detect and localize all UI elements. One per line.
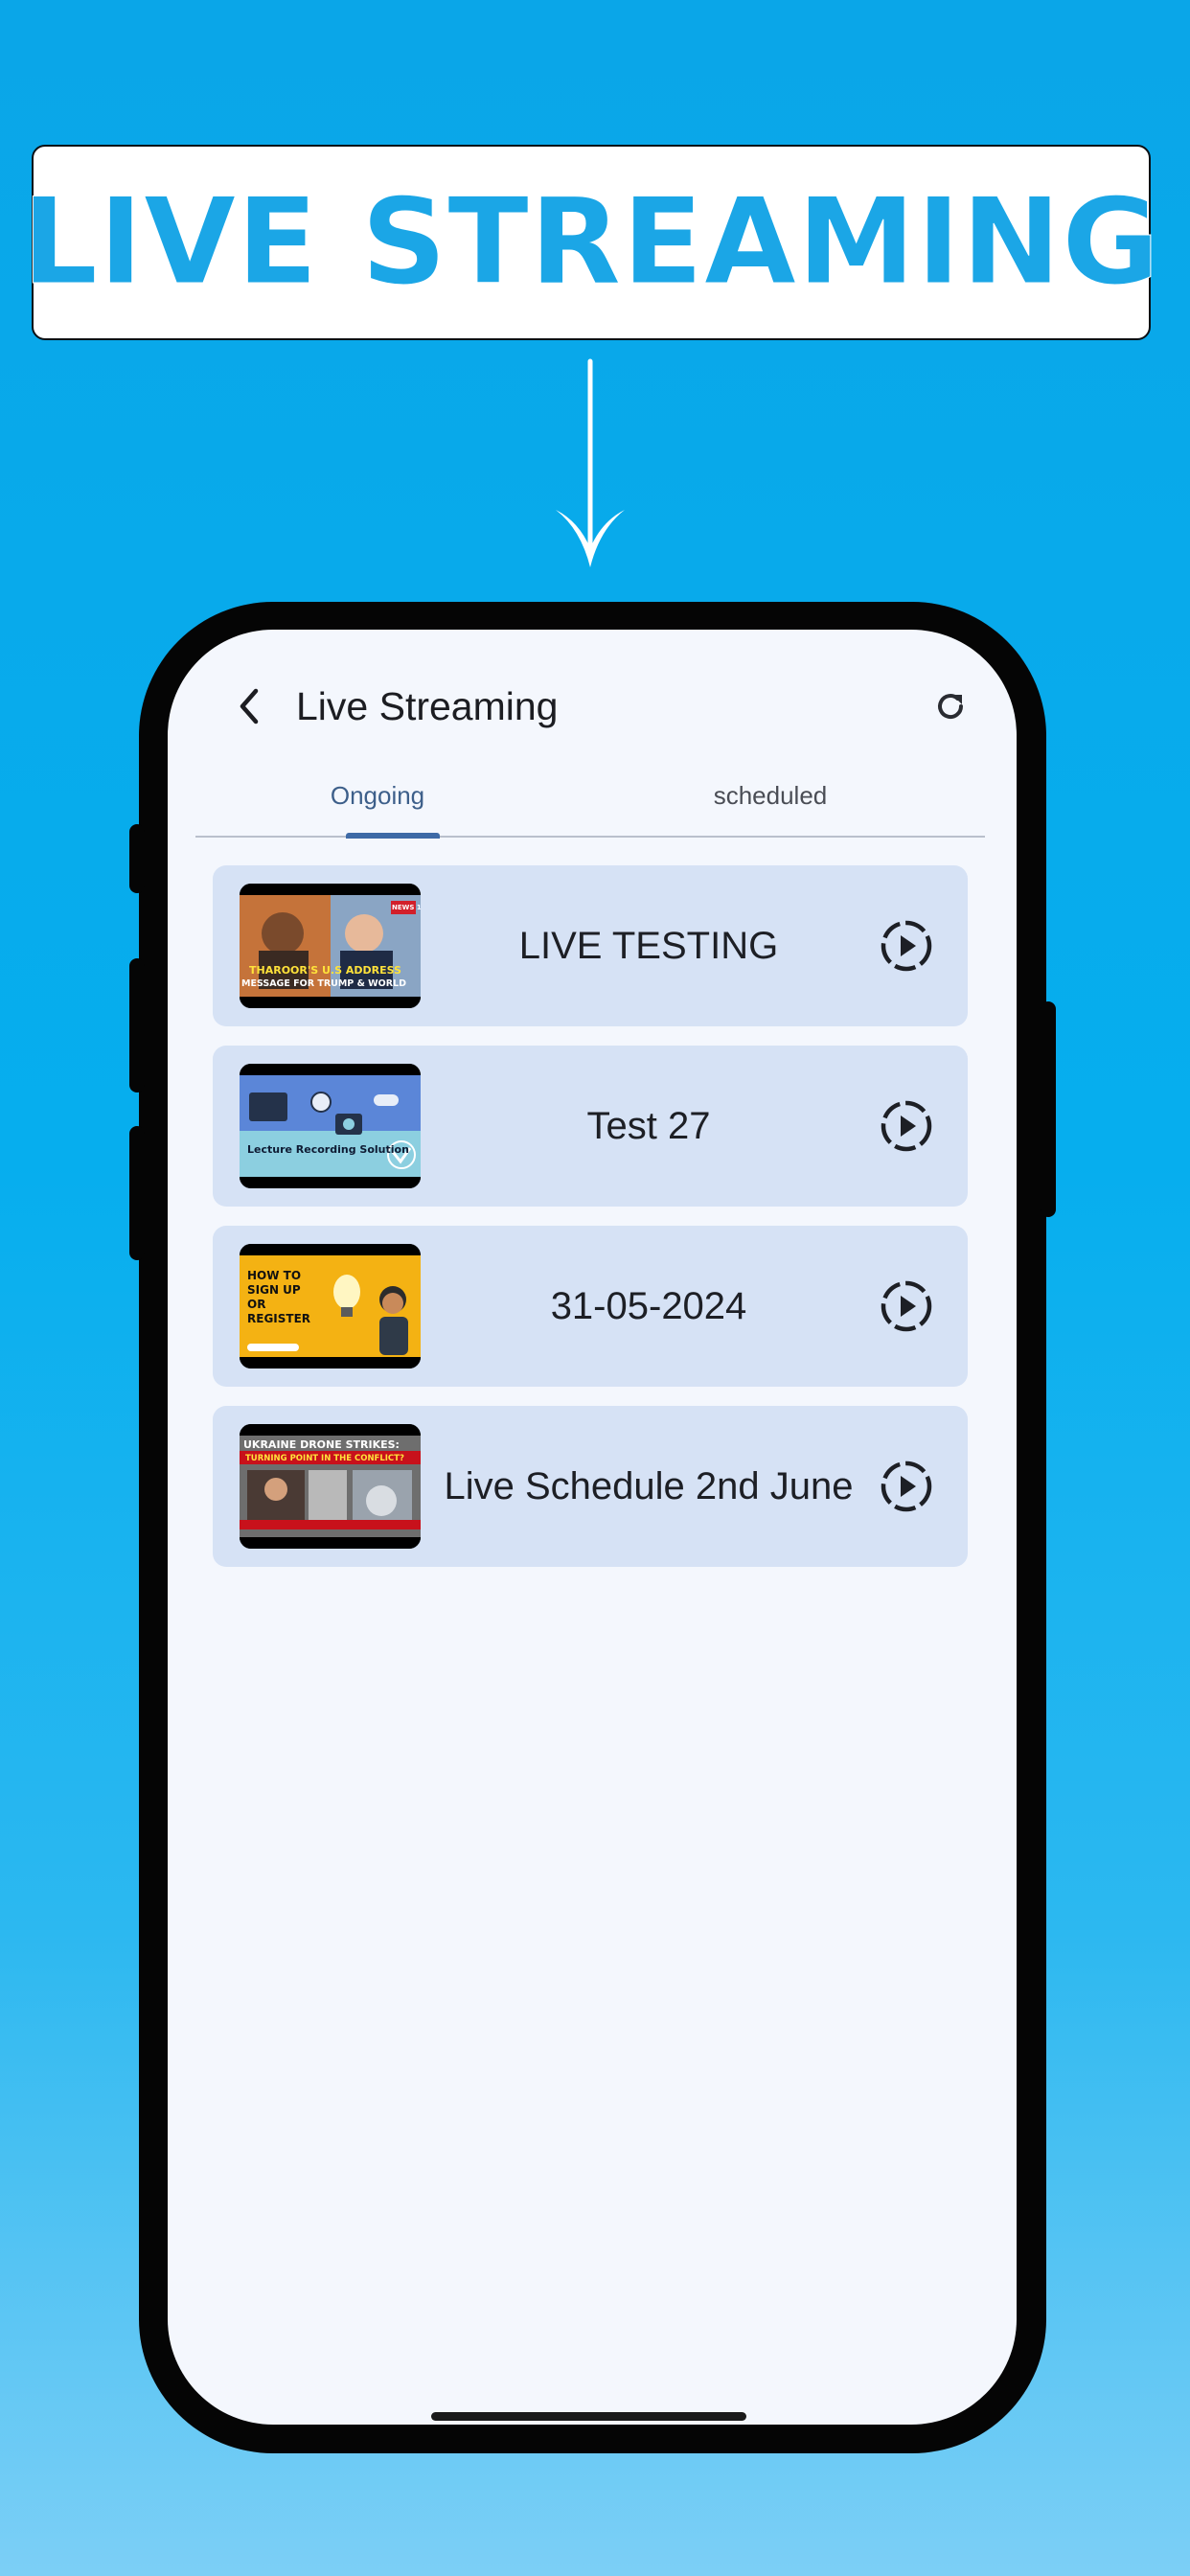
- stream-card[interactable]: NEWS 18 THAROOR'S U.S ADDRESS MESSAGE FO…: [213, 865, 968, 1026]
- stream-thumbnail: Lecture Recording Solution: [240, 1064, 421, 1188]
- stream-title: LIVE TESTING: [518, 924, 779, 967]
- home-indicator[interactable]: [431, 2412, 746, 2421]
- thumbnail-caption: REGISTER: [247, 1312, 311, 1325]
- phone-button-mute: [129, 824, 145, 893]
- banner-title: LIVE STREAMING: [21, 173, 1161, 312]
- down-arrow-icon: [556, 358, 625, 567]
- phone-button-volume-up: [129, 958, 145, 1092]
- refresh-button[interactable]: [922, 678, 979, 735]
- tab-scheduled[interactable]: scheduled: [675, 754, 866, 838]
- chevron-left-icon: [240, 688, 259, 724]
- thumbnail-caption: THAROOR'S U.S ADDRESS: [249, 964, 401, 977]
- thumbnail-image: [240, 1244, 421, 1368]
- stream-title: 31-05-2024: [550, 1284, 747, 1327]
- play-button[interactable]: [874, 1093, 939, 1159]
- refresh-icon: [938, 694, 964, 720]
- active-tab-indicator: [346, 833, 440, 839]
- thumbnail-caption: SIGN UP: [247, 1283, 301, 1297]
- app-header: Live Streaming: [168, 630, 1017, 773]
- promo-banner: LIVE STREAMING: [21, 145, 1160, 340]
- page-title: Live Streaming: [296, 684, 559, 728]
- stream-title: Live Schedule 2nd June: [444, 1464, 854, 1507]
- stream-card[interactable]: HOW TO SIGN UP OR REGISTER 31-05-2024: [213, 1226, 968, 1387]
- play-circle-icon: [881, 1460, 932, 1512]
- stream-list: NEWS 18 THAROOR'S U.S ADDRESS MESSAGE FO…: [213, 865, 968, 1586]
- stream-card[interactable]: Lecture Recording Solution Test 27: [213, 1046, 968, 1207]
- app-screen: Live Streaming Ongoing scheduled NEWS 1 …: [168, 630, 1017, 2425]
- back-button[interactable]: [225, 678, 271, 735]
- thumbnail-image: [240, 1064, 421, 1188]
- stream-thumbnail: NEWS 18 THAROOR'S U.S ADDRESS MESSAGE FO…: [240, 884, 421, 1008]
- thumbnail-caption: OR: [247, 1298, 266, 1311]
- thumbnail-caption: TURNING POINT IN THE CONFLICT?: [245, 1454, 404, 1463]
- play-circle-icon: [881, 920, 932, 972]
- play-button[interactable]: [874, 1454, 939, 1519]
- play-button[interactable]: [874, 913, 939, 978]
- thumbnail-badge: NEWS 18: [392, 904, 421, 911]
- thumbnail-caption: Lecture Recording Solution: [247, 1143, 409, 1156]
- thumbnail-caption: HOW TO: [247, 1269, 302, 1282]
- thumbnail-caption: UKRAINE DRONE STRIKES:: [243, 1438, 400, 1451]
- play-circle-icon: [881, 1280, 932, 1332]
- play-button[interactable]: [874, 1274, 939, 1339]
- phone-button-volume-down: [129, 1126, 145, 1260]
- tab-bar: Ongoing scheduled: [195, 754, 985, 839]
- thumbnail-caption: MESSAGE FOR TRUMP & WORLD: [241, 978, 406, 989]
- play-circle-icon: [881, 1100, 932, 1152]
- stream-title: Test 27: [586, 1104, 711, 1147]
- tab-ongoing[interactable]: Ongoing: [282, 754, 473, 838]
- phone-button-power: [1041, 1001, 1056, 1217]
- stream-thumbnail: HOW TO SIGN UP OR REGISTER: [240, 1244, 421, 1368]
- stream-card[interactable]: UKRAINE DRONE STRIKES: TURNING POINT IN …: [213, 1406, 968, 1567]
- thumbnail-image: [240, 884, 421, 1008]
- stream-thumbnail: UKRAINE DRONE STRIKES: TURNING POINT IN …: [240, 1424, 421, 1549]
